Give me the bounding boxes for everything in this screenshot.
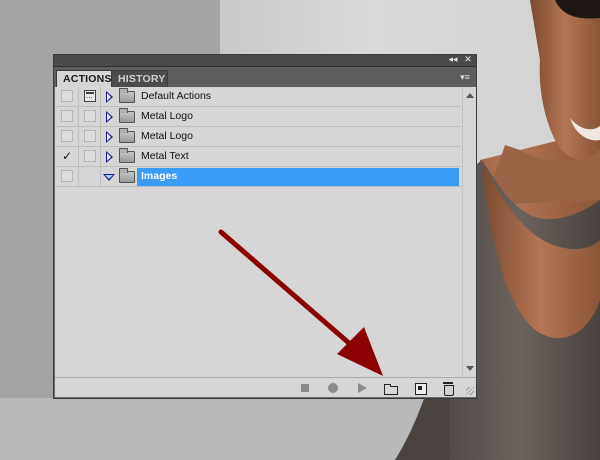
- action-set-row-selected[interactable]: Images: [55, 167, 461, 187]
- collapse-icon[interactable]: ◂◂: [446, 55, 460, 66]
- toggle-column: [55, 127, 79, 147]
- scroll-up-icon[interactable]: [466, 93, 474, 98]
- record-icon[interactable]: [326, 381, 340, 395]
- folder-icon: [119, 168, 135, 183]
- stop-icon[interactable]: [298, 381, 312, 395]
- new-action-icon[interactable]: [413, 381, 427, 395]
- play-icon[interactable]: [355, 381, 369, 395]
- toggle-column: [55, 167, 79, 187]
- toggle-column: ✓: [55, 147, 79, 167]
- tab-history[interactable]: HISTORY: [111, 70, 168, 87]
- trash-icon[interactable]: [441, 381, 455, 396]
- expand-triangle-icon[interactable]: [106, 131, 113, 143]
- tab-bar: ACTIONS HISTORY ▾≡: [54, 67, 476, 87]
- toggle-checkbox[interactable]: [61, 110, 73, 122]
- new-set-icon[interactable]: [383, 381, 398, 395]
- scroll-down-icon[interactable]: [466, 366, 474, 371]
- toggle-checkbox[interactable]: [61, 170, 73, 182]
- actions-list-area: Default Actions Metal Logo Metal Logo ✓: [55, 87, 476, 377]
- dialog-column: [79, 147, 101, 167]
- action-set-row[interactable]: Metal Logo: [55, 107, 461, 127]
- dialog-column: [79, 87, 101, 107]
- selection-highlight: [137, 168, 459, 186]
- vertical-scrollbar[interactable]: [462, 87, 476, 377]
- folder-icon: [119, 108, 135, 123]
- dialog-toggle-icon[interactable]: [84, 150, 96, 162]
- close-icon[interactable]: ✕: [461, 55, 475, 66]
- dialog-column: [79, 127, 101, 147]
- toggle-column: [55, 107, 79, 127]
- toggle-column: [55, 87, 79, 107]
- dialog-toggle-icon[interactable]: [84, 110, 96, 122]
- folder-icon: [119, 148, 135, 163]
- dialog-toggle-icon[interactable]: [84, 130, 96, 142]
- toggle-checkbox[interactable]: [61, 90, 73, 102]
- action-set-label: Default Actions: [141, 90, 212, 102]
- checkmark-icon[interactable]: ✓: [61, 150, 73, 162]
- panel-menu-icon[interactable]: ▾≡: [457, 70, 473, 84]
- panel-titlebar[interactable]: ◂◂ ✕: [54, 55, 476, 67]
- folder-icon: [119, 128, 135, 143]
- dialog-column: [79, 107, 101, 127]
- actions-list: Default Actions Metal Logo Metal Logo ✓: [55, 87, 461, 377]
- actions-panel: ◂◂ ✕ ACTIONS HISTORY ▾≡ Default Actions …: [53, 54, 477, 399]
- actions-toolbar: [55, 377, 476, 397]
- tab-actions[interactable]: ACTIONS: [56, 70, 119, 87]
- expand-triangle-icon[interactable]: [106, 151, 113, 163]
- toggle-checkbox[interactable]: [61, 130, 73, 142]
- action-set-label: Metal Logo: [141, 110, 193, 122]
- action-set-label: Metal Logo: [141, 130, 193, 142]
- action-set-label: Metal Text: [141, 150, 189, 162]
- action-set-label: Images: [141, 170, 178, 182]
- dialog-column: [79, 167, 101, 187]
- folder-icon: [119, 88, 135, 103]
- action-set-row[interactable]: Metal Logo: [55, 127, 461, 147]
- dialog-toggle-icon[interactable]: [84, 90, 96, 102]
- collapse-triangle-icon[interactable]: [103, 174, 115, 181]
- expand-triangle-icon[interactable]: [106, 111, 113, 123]
- expand-triangle-icon[interactable]: [106, 91, 113, 103]
- action-set-row[interactable]: Default Actions: [55, 87, 461, 107]
- action-set-row[interactable]: ✓ Metal Text: [55, 147, 461, 167]
- resize-grip-icon[interactable]: [466, 387, 474, 395]
